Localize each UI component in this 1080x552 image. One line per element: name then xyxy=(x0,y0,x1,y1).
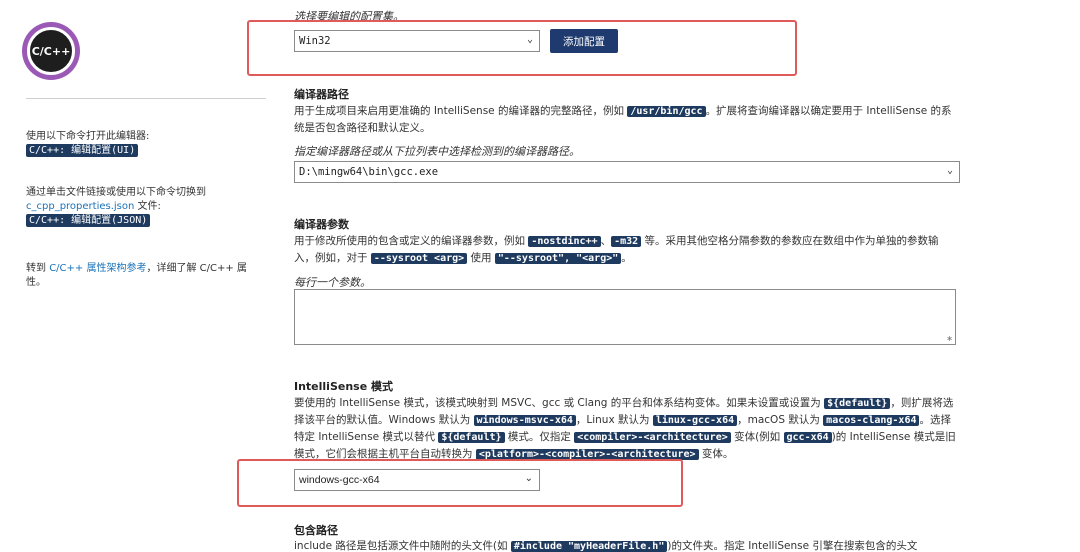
code-windows-msvc: windows-msvc-x64 xyxy=(473,415,576,426)
code-include-example: #include "myHeaderFile.h" xyxy=(510,541,668,552)
im-desc-1: 要使用的 IntelliSense 模式，该模式映射到 MSVC、gcc 或 C… xyxy=(294,397,825,409)
compiler-path-title: 编译器路径 xyxy=(294,88,349,101)
compiler-args-textarea[interactable]: ∗ xyxy=(294,289,956,345)
cpp-logo: C/C++ xyxy=(22,22,80,80)
open-editor-text: 使用以下命令打开此编辑器: xyxy=(26,131,150,142)
compiler-path-value: D:\mingw64\bin\gcc.exe xyxy=(299,166,439,178)
compiler-args-desc-4: 使用 xyxy=(467,252,495,264)
code-sysroot: --sysroot <arg> xyxy=(370,253,468,264)
compiler-path-desc-1: 用于生成项目来启用更准确的 IntelliSense 的编译器的完整路径，例如 xyxy=(294,105,628,117)
im-desc-9: 变体。 xyxy=(698,448,734,460)
cpp-logo-inner: C/C++ xyxy=(27,27,75,75)
compiler-args-hint: 每行一个参数。 xyxy=(294,276,371,289)
code-macos-clang: macos-clang-x64 xyxy=(823,415,920,426)
logo-text: C/C++ xyxy=(31,44,71,58)
switch-text-suffix: 文件: xyxy=(134,201,161,212)
open-editor-command: C/C++: 编辑配置(UI) xyxy=(26,144,139,157)
open-editor-info: 使用以下命令打开此编辑器: C/C++: 编辑配置(UI) xyxy=(26,130,256,158)
compiler-path-example: /usr/bin/gcc xyxy=(627,106,706,117)
schema-ref-info: 转到 C/C++ 属性架构参考，详细了解 C/C++ 属性。 xyxy=(26,262,256,290)
switch-json-command: C/C++: 编辑配置(JSON) xyxy=(26,214,151,227)
code-m32: -m32 xyxy=(611,236,642,247)
code-default: ${default} xyxy=(824,398,891,409)
resize-grip-icon[interactable]: ∗ xyxy=(946,334,953,343)
include-path-desc: include 路径是包括源文件中随附的头文件(如 #include "myHe… xyxy=(294,538,974,552)
code-linux-gcc: linux-gcc-x64 xyxy=(652,415,738,426)
sidebar-divider xyxy=(26,98,266,99)
include-desc-1: include 路径是包括源文件中随附的头文件(如 xyxy=(294,540,511,552)
compiler-args-title: 编译器参数 xyxy=(294,218,349,231)
compiler-path-desc: 用于生成项目来启用更准确的 IntelliSense 的编译器的完整路径，例如 … xyxy=(294,103,954,136)
intellisense-mode-title: IntelliSense 模式 xyxy=(294,380,394,393)
schema-reference-link[interactable]: C/C++ 属性架构参考 xyxy=(49,263,146,274)
intellisense-mode-desc: 要使用的 IntelliSense 模式，该模式映射到 MSVC、gcc 或 C… xyxy=(294,395,958,463)
json-file-link[interactable]: c_cpp_properties.json xyxy=(26,201,134,212)
compiler-args-desc: 用于修改所使用的包含或定义的编译器参数，例如 -nostdinc++、 -m32 … xyxy=(294,233,954,267)
ref-text-prefix: 转到 xyxy=(26,263,50,274)
im-desc-3: ，Linux 默认为 xyxy=(575,414,653,426)
im-desc-7: 变体(例如 xyxy=(730,431,784,443)
chevron-down-icon: ⌄ xyxy=(946,165,953,176)
highlight-box-config xyxy=(247,20,797,76)
compiler-args-desc-5: 。 xyxy=(621,252,632,264)
compiler-args-desc-2: 、 xyxy=(600,235,612,247)
code-compiler-arch: <compiler>-<architecture> xyxy=(574,432,731,443)
im-desc-4: ，macOS 默认为 xyxy=(737,414,824,426)
include-desc-2: )的文件夹。指定 IntelliSense 引擎在搜索包含的头文 xyxy=(667,540,918,552)
switch-text: 通过单击文件链接或使用以下命令切换到 xyxy=(26,187,206,198)
im-desc-6: 模式。仅指定 xyxy=(504,431,575,443)
compiler-path-select[interactable]: D:\mingw64\bin\gcc.exe ⌄ xyxy=(294,161,960,183)
include-path-title: 包含路径 xyxy=(294,524,338,537)
switch-json-info: 通过单击文件链接或使用以下命令切换到 c_cpp_properties.json… xyxy=(26,186,256,228)
code-sysroot-array: "--sysroot", "<arg>" xyxy=(494,253,622,264)
highlight-box-intellisense xyxy=(237,459,683,507)
compiler-path-hint: 指定编译器路径或从下拉列表中选择检测到的编译器路径。 xyxy=(294,145,580,158)
code-default-2: ${default} xyxy=(438,432,505,443)
code-nostdinc: -nostdinc++ xyxy=(528,236,601,247)
compiler-args-desc-1: 用于修改所使用的包含或定义的编译器参数，例如 xyxy=(294,235,529,247)
code-gcc-x64: gcc-x64 xyxy=(783,432,832,443)
